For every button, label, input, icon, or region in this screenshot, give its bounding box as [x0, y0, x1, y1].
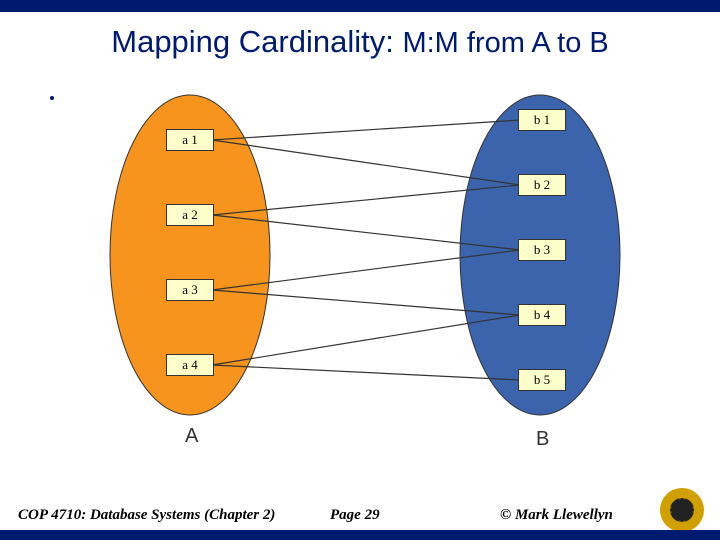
ucf-logo — [658, 486, 706, 534]
footer-course: COP 4710: Database Systems (Chapter 2) — [18, 507, 275, 524]
set-a-label: A — [185, 425, 198, 448]
node-a1: a 1 — [166, 129, 214, 151]
title-main: Mapping Cardinality: — [111, 24, 394, 59]
node-b5: b 5 — [518, 369, 566, 391]
top-border-bar — [0, 0, 720, 12]
footer-author: © Mark Llewellyn — [500, 507, 613, 524]
node-b2: b 2 — [518, 174, 566, 196]
node-a4: a 4 — [166, 354, 214, 376]
edge-a1-b1 — [212, 120, 520, 140]
footer-page: Page 29 — [330, 507, 380, 524]
node-a2: a 2 — [166, 204, 214, 226]
node-a3: a 3 — [166, 279, 214, 301]
set-b-label: B — [536, 428, 549, 451]
edge-a4-b5 — [212, 365, 520, 380]
slide-footer: COP 4710: Database Systems (Chapter 2) P… — [0, 500, 720, 526]
node-b3: b 3 — [518, 239, 566, 261]
node-b1: b 1 — [518, 109, 566, 131]
mapping-diagram — [40, 90, 680, 450]
diagram-stage: a 1 a 2 a 3 a 4 b 1 b 2 b 3 b 4 b 5 A B — [40, 90, 680, 450]
title-sub: M:M from A to B — [402, 27, 608, 59]
slide-title: Mapping Cardinality: M:M from A to B — [0, 24, 720, 60]
bottom-border-bar — [0, 530, 720, 540]
node-b4: b 4 — [518, 304, 566, 326]
